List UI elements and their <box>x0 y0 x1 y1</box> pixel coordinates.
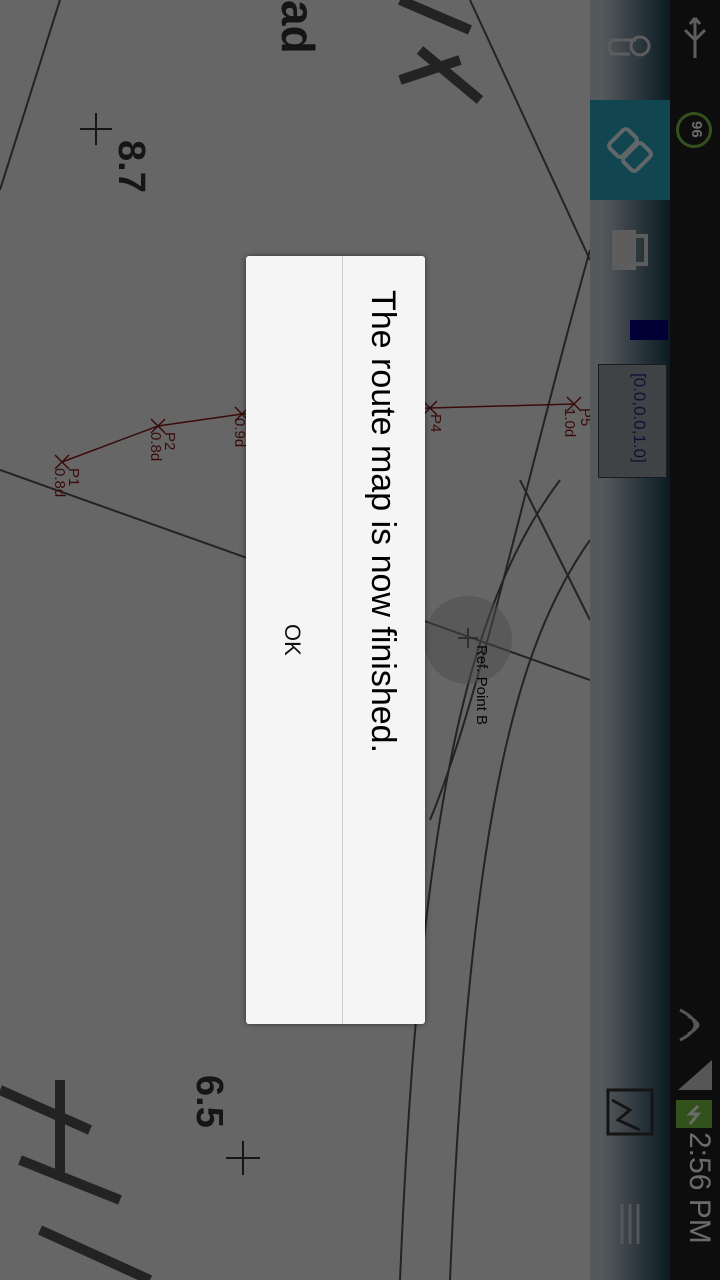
clock: 2:56 PM <box>683 1132 716 1244</box>
route-point-p2-depth: 0.8d <box>147 432 164 462</box>
route-point-p5-depth: 1.0d <box>561 408 578 438</box>
route-point-p1-depth: 0.8d <box>51 468 68 498</box>
map-value-top: 8.7 <box>110 140 152 193</box>
image-icon <box>606 1088 654 1136</box>
link-button[interactable] <box>590 100 670 200</box>
lock-icon <box>612 230 648 270</box>
coordinate-readout: [0.0,0.0,1.0] <box>598 364 667 478</box>
map-toolbar <box>590 0 670 1280</box>
battery-charging-icon <box>676 1100 712 1128</box>
alert-dialog: The route map is now finished. OK <box>246 256 425 1024</box>
reference-point-label: Ref. Point B <box>473 645 490 726</box>
notification-badge: 96 <box>676 112 712 148</box>
route-point-p5: P5 <box>577 408 590 427</box>
signal-icon <box>678 1060 712 1090</box>
coordinate-text: [0.0,0.0,1.0] <box>630 373 649 463</box>
map-corner-text: ad <box>272 0 324 54</box>
lock-button[interactable] <box>590 200 670 300</box>
touch-button[interactable] <box>590 0 670 100</box>
menu-button[interactable] <box>590 1190 670 1260</box>
color-swatch <box>630 320 668 340</box>
ok-button-label: OK <box>280 624 305 656</box>
status-bar: 96 2:56 PM <box>670 0 720 1280</box>
ok-button[interactable]: OK <box>246 256 342 1024</box>
map-value-bottom: 6.5 <box>188 1075 230 1128</box>
touch-icon <box>607 35 651 57</box>
dialog-message: The route map is now finished. <box>364 290 402 754</box>
route-point-p4: P4 <box>427 414 444 433</box>
image-button[interactable] <box>590 1080 670 1160</box>
wifi-icon <box>679 1008 700 1042</box>
menu-icon <box>620 1204 640 1244</box>
dialog-divider <box>342 256 343 1024</box>
link-icon <box>607 127 653 173</box>
usb-icon <box>683 17 707 58</box>
